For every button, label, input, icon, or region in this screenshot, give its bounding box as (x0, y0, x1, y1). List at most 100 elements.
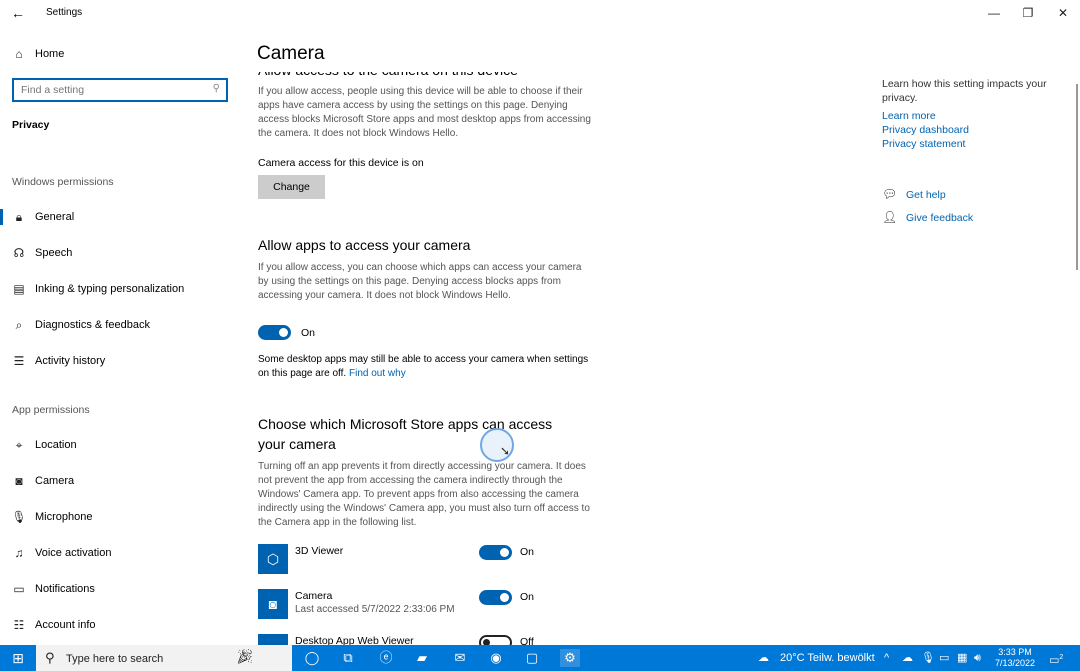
mail-icon[interactable]: ✉ (450, 649, 470, 667)
settings-gear-icon[interactable]: ⚙ (560, 649, 580, 667)
search-box[interactable]: ⚲ (12, 78, 228, 102)
give-feedback-link[interactable]: Give feedback (906, 212, 973, 224)
sidebar-item-activity[interactable]: ☰ Activity history (0, 348, 240, 374)
search-input[interactable] (21, 80, 201, 100)
desktop-app-web-viewer-icon: ▣ (258, 634, 288, 645)
windows-logo-icon: ⊞ (12, 650, 24, 666)
start-button[interactable]: ⊞ (0, 645, 36, 671)
sidebar-item-notifications[interactable]: ▭ Notifications (0, 576, 240, 602)
window-title: Settings (46, 7, 83, 18)
scrollbar[interactable] (1076, 84, 1078, 270)
section-text-apps-access: If you allow access, you can choose whic… (258, 262, 582, 301)
notification-count: 2 (1059, 654, 1064, 661)
sidebar-item-home[interactable]: ⌂ Home (0, 41, 240, 67)
change-button[interactable]: Change (258, 175, 325, 199)
toggle-state-label: Off (520, 636, 534, 645)
back-button[interactable]: ← (8, 3, 28, 23)
file-explorer-icon[interactable]: ▰ (412, 649, 432, 667)
search-highlight-icon: 🎉︎ (236, 648, 254, 664)
taskbar-search-placeholder: Type here to search (66, 653, 164, 665)
desktop-apps-note-text: Some desktop apps may still be able to a… (258, 354, 589, 379)
right-panel: Learn how this setting impacts your priv… (882, 26, 1072, 326)
app-name: 3D Viewer (295, 545, 344, 557)
notifications-icon: ▭ (13, 582, 25, 596)
section-text-store-apps: Turning off an app prevents it from dire… (258, 461, 590, 528)
camera-app-icon: ◙ (258, 589, 288, 619)
sidebar-item-location[interactable]: ⌖ Location (0, 432, 240, 458)
app-icon[interactable]: ▢ (522, 649, 542, 667)
camera-app-toggle[interactable] (479, 590, 512, 605)
sidebar-item-microphone[interactable]: 🎙︎ Microphone (0, 504, 240, 530)
sidebar-item-label: Account info (35, 619, 96, 631)
taskbar-search[interactable]: ⚲ Type here to search 🎉︎ (36, 645, 292, 671)
notification-center-icon[interactable]: ▭2 (1049, 645, 1063, 671)
privacy-impact-description: Learn how this setting impacts your priv… (882, 78, 1047, 104)
home-icon: ⌂ (15, 47, 23, 61)
weather-icon[interactable]: ☁ (758, 645, 769, 671)
task-view-icon[interactable]: ⧉ (338, 649, 358, 667)
camera-icon: ◙ (15, 474, 23, 488)
section-title-privacy: Privacy (12, 119, 50, 131)
sidebar-item-diagnostics[interactable]: ⌕ Diagnostics & feedback (0, 312, 240, 338)
chrome-icon[interactable]: ◉ (486, 649, 506, 667)
privacy-dashboard-link[interactable]: Privacy dashboard (882, 124, 969, 136)
account-icon: ☷ (13, 618, 25, 632)
apps-access-toggle[interactable] (258, 325, 291, 340)
3d-viewer-app-icon: ⬡ (258, 544, 288, 574)
main-content: Camera Allow access to the camera on thi… (240, 26, 860, 645)
clock[interactable]: 3:33 PM 7/13/2022 (990, 647, 1040, 669)
sidebar-item-general[interactable]: 🔒︎ General (0, 204, 240, 230)
app-last-accessed: Last accessed 5/7/2022 2:33:06 PM (295, 604, 455, 615)
back-arrow-icon: ← (11, 5, 25, 21)
weather-text[interactable]: 20°C Teilw. bewölkt (780, 645, 875, 671)
onedrive-icon[interactable]: ☁ (902, 645, 913, 671)
sidebar-item-account-info[interactable]: ☷ Account info (0, 612, 240, 638)
minimize-button[interactable]: — (982, 3, 1006, 23)
header-app-permissions: App permissions (12, 404, 90, 416)
sidebar-item-label: Location (35, 439, 77, 451)
restore-button[interactable]: ❐ (1016, 3, 1040, 23)
section-title-store-apps-line1: Choose which Microsoft Store apps can ac… (258, 416, 553, 432)
title-bar: ← Settings — ❐ ✕ (0, 0, 1080, 26)
microphone-icon: 🎙︎ (11, 510, 27, 524)
usb-icon[interactable]: ▭ (939, 645, 949, 671)
toggle-state-label: On (520, 591, 535, 603)
sidebar-item-camera[interactable]: ◙ Camera (0, 468, 240, 494)
3d-viewer-toggle[interactable] (479, 545, 512, 560)
desktop-app-web-viewer-toggle[interactable] (479, 635, 512, 645)
header-windows-permissions: Windows permissions (12, 176, 114, 188)
activity-icon: ☰ (13, 354, 25, 368)
sidebar-item-inking[interactable]: ▤ Inking & typing personalization (0, 276, 240, 302)
close-button[interactable]: ✕ (1051, 3, 1075, 23)
sidebar-item-label: Speech (35, 247, 73, 259)
section-title-store-apps-line2: your camera (258, 436, 336, 452)
cortana-icon[interactable]: ◯ (302, 649, 322, 667)
sidebar-item-label: Diagnostics & feedback (35, 319, 150, 331)
sidebar-item-speech[interactable]: ☊ Speech (0, 240, 240, 266)
inking-icon: ▤ (13, 282, 25, 296)
privacy-statement-link[interactable]: Privacy statement (882, 138, 965, 150)
location-icon: ⌖ (15, 437, 23, 452)
give-feedback-icon: 👤︎ (882, 210, 898, 224)
edge-icon[interactable]: ⓔ (376, 649, 396, 667)
search-icon: ⚲ (45, 650, 55, 665)
volume-icon[interactable]: 🔊︎ (974, 645, 981, 671)
app-name: Camera (295, 590, 333, 602)
voice-icon: ♫ (14, 546, 24, 560)
find-out-why-link[interactable]: Find out why (349, 368, 406, 379)
clock-date: 7/13/2022 (994, 658, 1036, 668)
get-help-link[interactable]: Get help (906, 189, 946, 201)
learn-more-link[interactable]: Learn more (882, 110, 936, 122)
chevron-up-icon[interactable]: ^ (884, 645, 889, 671)
sidebar-item-voice-activation[interactable]: ♫ Voice activation (0, 540, 240, 566)
sidebar-item-label: Notifications (35, 583, 95, 595)
microphone-tray-icon[interactable]: 🎙︎ (921, 645, 935, 671)
device-access-status: Camera access for this device is on (258, 157, 424, 169)
sidebar-item-label: Inking & typing personalization (35, 283, 185, 295)
network-icon[interactable]: ▦ (957, 645, 967, 671)
sidebar-item-label: Activity history (35, 355, 106, 367)
diagnostics-icon: ⌕ (15, 317, 23, 332)
taskbar: ⊞ ⚲ Type here to search 🎉︎ ◯ ⧉ ⓔ ▰ ✉ ◉ ▢… (0, 645, 1080, 671)
get-help-icon: 💬︎ (882, 187, 898, 201)
app-name: Desktop App Web Viewer (295, 635, 414, 645)
